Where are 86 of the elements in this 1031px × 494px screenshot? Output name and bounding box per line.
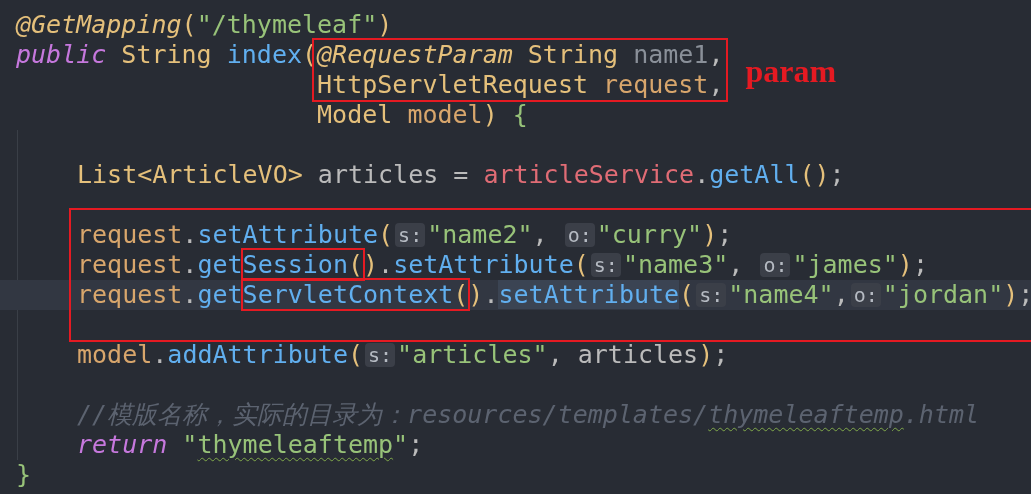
code-token: { (511, 100, 528, 129)
code-token: ( (378, 220, 394, 249)
code-token: "name4" (728, 280, 834, 309)
inlay-hint: o: (850, 283, 881, 307)
code-token: , (708, 40, 724, 69)
code-token: . (483, 280, 499, 309)
code-token: model (77, 340, 153, 369)
code-token: . (182, 280, 198, 309)
code-token: @RequestParam (317, 40, 513, 69)
code-token: ( (347, 250, 363, 279)
code-token: setAttribute (498, 280, 680, 309)
inlay-hint: s: (365, 343, 396, 367)
code-token: get (197, 280, 243, 309)
code-token: request (77, 280, 183, 309)
code-token: model (406, 100, 483, 129)
code-token: addAttribute (167, 340, 348, 369)
code-token: ) (698, 340, 714, 369)
code-token: ; (713, 340, 729, 369)
code-token: ) (377, 10, 393, 39)
code-token: "/thymeleaf" (196, 10, 378, 39)
code-token: @GetMapping (16, 10, 182, 39)
code-token: setAttribute (393, 250, 574, 279)
code-token: return (77, 430, 168, 459)
code-token: Session (242, 250, 348, 279)
code-token: ) (897, 250, 913, 279)
code-token: () (799, 160, 830, 189)
code-token: , (708, 70, 724, 99)
code-token: ) (1003, 280, 1019, 309)
code-token: setAttribute (197, 220, 379, 249)
code-token: Model (317, 100, 393, 129)
code-token: get (197, 250, 243, 279)
code-token: , (833, 280, 849, 309)
code-token: "jordan" (882, 280, 1004, 309)
code-token: ServletContext (242, 280, 454, 309)
code-token: ) (702, 220, 718, 249)
code-token: request (602, 70, 709, 99)
code-token: . (182, 250, 198, 279)
code-token: ; (717, 220, 733, 249)
code-token: . (152, 340, 168, 369)
inlay-hint: s: (590, 253, 621, 277)
code-token: ( (679, 280, 695, 309)
code-token: thymeleaftemp (197, 430, 394, 459)
code-token: ) (363, 250, 379, 279)
code-token: getAll (709, 160, 800, 189)
code-token: , (532, 220, 549, 249)
code-token: String (526, 40, 620, 69)
code-token: ) (468, 280, 484, 309)
code-token: index (226, 40, 302, 69)
code-token: List<ArticleVO> (77, 160, 303, 189)
code-token: ( (453, 280, 469, 309)
code-token: ; (912, 250, 928, 279)
code-token: public (16, 40, 107, 69)
code-token: ( (573, 250, 589, 279)
code-token: "articles" (397, 340, 548, 369)
code-token: , articles (547, 340, 699, 369)
code-token: } (16, 460, 32, 489)
code-token: ( (181, 10, 197, 39)
inlay-hint: s: (395, 223, 426, 247)
code-token: thymeleaftemp (708, 400, 904, 429)
code-token: String (120, 40, 213, 69)
code-token: . (182, 220, 198, 249)
inlay-hint: s: (696, 283, 727, 307)
code-token: , (728, 250, 745, 279)
code-token: ( (347, 340, 363, 369)
code-token: request (77, 220, 183, 249)
code-token: articleService (483, 160, 695, 189)
code-token: "james" (792, 250, 898, 279)
code-token: ; (1018, 280, 1031, 309)
code-token: . (694, 160, 710, 189)
code-token: "name2" (427, 220, 533, 249)
code-token: . (378, 250, 394, 279)
code-token: ; (829, 160, 845, 189)
inlay-hint: o: (760, 253, 791, 277)
code-token: "name3" (622, 250, 729, 279)
code-token: " (181, 430, 198, 459)
code-token: HttpServletRequest (317, 70, 588, 99)
code-token: request (77, 250, 183, 279)
code-token: name1 (633, 40, 709, 69)
inlay-hint: o: (564, 223, 595, 247)
code-token: "curry" (596, 220, 703, 249)
code-token: ; (408, 430, 424, 459)
code-token: " (393, 430, 409, 459)
code-token: .html (903, 400, 980, 429)
code-token: ) (482, 100, 498, 129)
code-token: articles = (316, 160, 470, 189)
code-token: //模版名称，实际的目录为：resources/templates/ (77, 400, 709, 429)
